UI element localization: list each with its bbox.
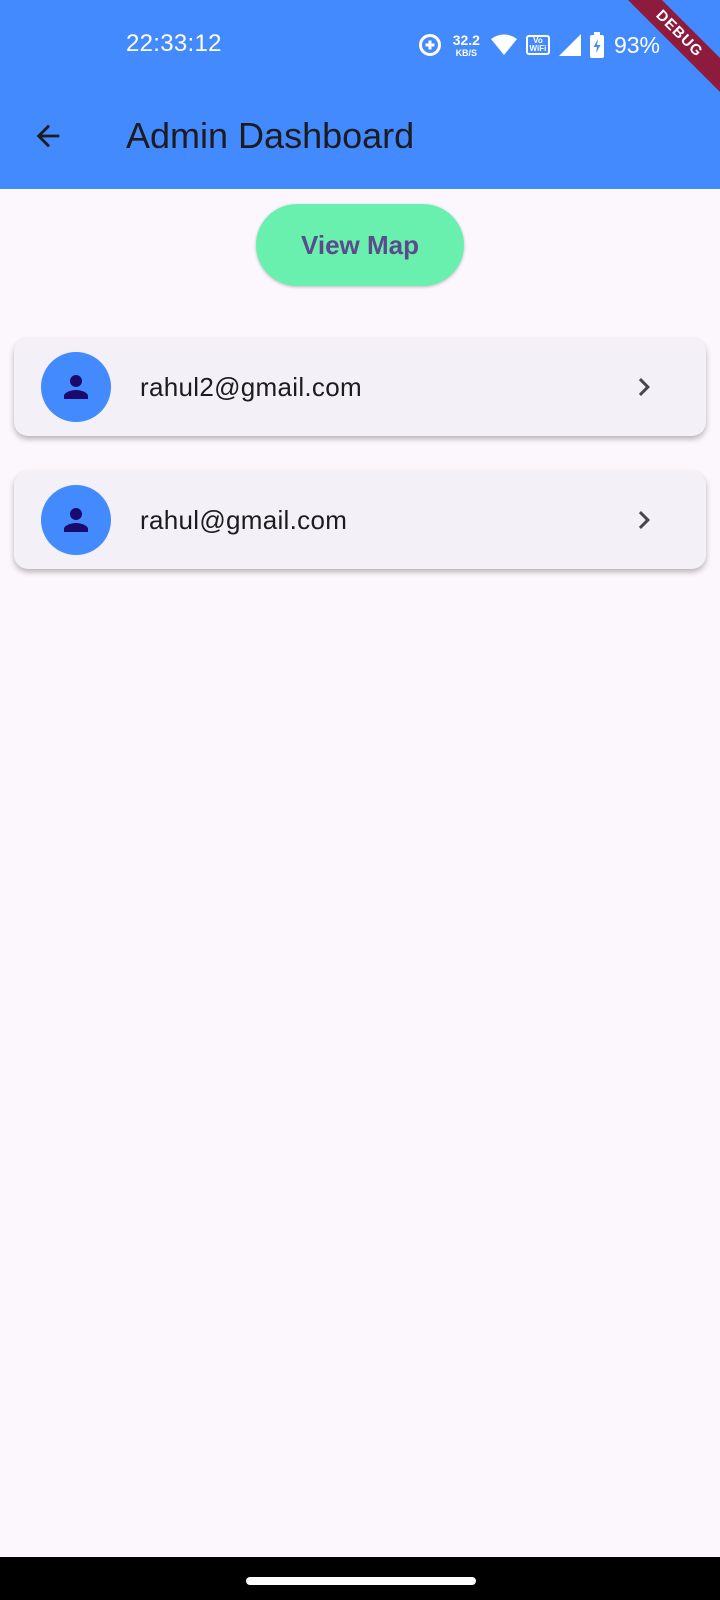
chevron-right-icon xyxy=(638,378,650,396)
view-map-button[interactable]: View Map xyxy=(256,204,464,286)
data-saver-icon xyxy=(417,32,443,58)
status-icons: 32.2 KB/S Vo WiFi 93% xyxy=(417,28,660,62)
vowifi-bottom-text: WiFi xyxy=(529,44,547,53)
status-time: 22:33:12 xyxy=(126,30,222,57)
page-title: Admin Dashboard xyxy=(126,115,415,156)
user-list-item[interactable]: rahul2@gmail.com xyxy=(14,338,706,436)
user-email: rahul2@gmail.com xyxy=(140,372,362,402)
avatar xyxy=(41,352,111,422)
battery-charging-icon xyxy=(589,32,604,58)
battery-percent: 93% xyxy=(613,31,660,58)
net-speed-unit: KB/S xyxy=(455,47,478,58)
home-indicator[interactable] xyxy=(246,1577,476,1585)
wifi-icon xyxy=(490,33,518,57)
chevron-right-icon xyxy=(638,511,650,529)
arrow-back-icon xyxy=(36,124,60,148)
net-speed: 32.2 KB/S xyxy=(453,33,480,58)
person-icon xyxy=(64,508,88,532)
net-speed-value: 32.2 xyxy=(452,31,480,48)
vowifi-icon: Vo WiFi xyxy=(525,35,550,55)
back-button[interactable] xyxy=(24,112,72,160)
user-email: rahul@gmail.com xyxy=(140,505,348,535)
cell-signal-icon xyxy=(558,33,582,57)
person-icon xyxy=(64,375,88,399)
user-list-item[interactable]: rahul@gmail.com xyxy=(14,471,706,569)
app-header: 22:33:12 32.2 KB/S Vo WiFi 93% DEBUG Adm… xyxy=(0,0,720,189)
avatar xyxy=(41,485,111,555)
